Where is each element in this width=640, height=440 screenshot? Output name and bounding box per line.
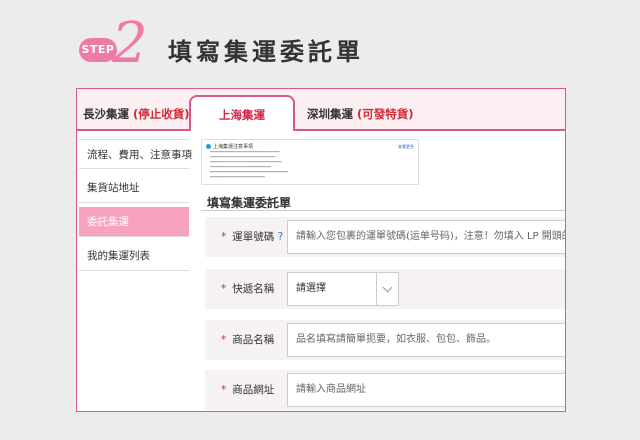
tab-shanghai[interactable]: 上海集運 xyxy=(189,95,295,131)
product-name-label: * 商品名稱 xyxy=(221,320,274,360)
tracking-label-text: 運單號碼 xyxy=(232,231,275,243)
sidebar-item-my-list[interactable]: 我的集運列表 xyxy=(79,241,189,271)
tab-bar: 長沙集運 (停止收貨) 深圳集運 (可發特貨) xyxy=(77,89,565,130)
tab-label: 上海集運 xyxy=(219,108,265,122)
page-title: 填寫集運委託單 xyxy=(168,38,364,66)
form-divider xyxy=(201,210,565,211)
form-row-courier: * 快遞名稱 請選擇 xyxy=(205,269,565,309)
tab-active-gap xyxy=(191,129,293,131)
required-mark: * xyxy=(221,283,227,295)
form-row-product-url: * 商品網址 請輸入商品網址 xyxy=(205,370,565,410)
tab-label: 長沙集運 xyxy=(83,107,129,121)
product-name-label-text: 商品名稱 xyxy=(232,334,275,346)
app-frame: 長沙集運 (停止收貨) 深圳集運 (可發特貨) 上海集運 流程、費用、注意事項 … xyxy=(76,88,566,412)
notice-line: ━━━━━━━━━━━━━━━━━━━━━━━━━━ xyxy=(210,175,265,179)
form-row-product-name: * 商品名稱 品名填寫請簡單扼要，如衣服、包包、飾品。 xyxy=(205,320,565,360)
info-icon xyxy=(206,144,211,149)
sidebar: 流程、費用、注意事項 集貨站地址 委託集運 我的集運列表 xyxy=(79,139,192,275)
required-mark: * xyxy=(221,384,227,396)
form-row-tracking: * 運單號碼 ? 請輸入您包裹的運單號碼(运单号码)，注意！勿填入 LP 開頭的物… xyxy=(205,217,565,257)
sidebar-item-address[interactable]: 集貨站地址 xyxy=(79,173,189,203)
courier-label: * 快遞名稱 xyxy=(221,269,274,309)
tab-label: 深圳集運 xyxy=(307,107,353,121)
tab-status-note: (停止收貨) xyxy=(133,107,190,121)
product-url-label-text: 商品網址 xyxy=(232,384,275,396)
tab-shenzhen[interactable]: 深圳集運 (可發特貨) xyxy=(307,89,414,130)
chevron-down-icon xyxy=(376,273,398,305)
form-title: 填寫集運委託單 xyxy=(207,196,292,210)
tab-status-note: (可發特貨) xyxy=(357,107,414,121)
notice-image: 上海集運注意事項 查看更多 ━━━━━━━━━━━━━━━━━━━━━━━━━━… xyxy=(201,139,419,185)
product-url-label: * 商品網址 xyxy=(221,370,274,410)
product-url-input[interactable]: 請輸入商品網址 xyxy=(287,373,565,407)
tracking-number-input[interactable]: 請輸入您包裹的運單號碼(运单号码)，注意！勿填入 LP 開頭的物流 xyxy=(287,220,565,254)
sidebar-item-process[interactable]: 流程、費用、注意事項 xyxy=(79,139,192,169)
courier-label-text: 快遞名稱 xyxy=(232,283,275,295)
tracking-label: * 運單號碼 ? xyxy=(221,217,283,257)
help-icon[interactable]: ? xyxy=(278,231,284,243)
required-mark: * xyxy=(221,231,227,243)
notice-title: 上海集運注意事項 xyxy=(206,143,414,150)
step-number: 2 xyxy=(112,11,148,76)
notice-more-link[interactable]: 查看更多 xyxy=(398,144,414,150)
tab-changsha[interactable]: 長沙集運 (停止收貨) xyxy=(83,89,190,130)
tab-divider xyxy=(77,129,565,131)
courier-selected-value: 請選擇 xyxy=(296,283,326,294)
product-name-input[interactable]: 品名填寫請簡單扼要，如衣服、包包、飾品。 xyxy=(287,323,565,357)
courier-select[interactable]: 請選擇 xyxy=(287,272,399,306)
required-mark: * xyxy=(221,334,227,346)
sidebar-item-consign[interactable]: 委託集運 xyxy=(79,207,189,237)
